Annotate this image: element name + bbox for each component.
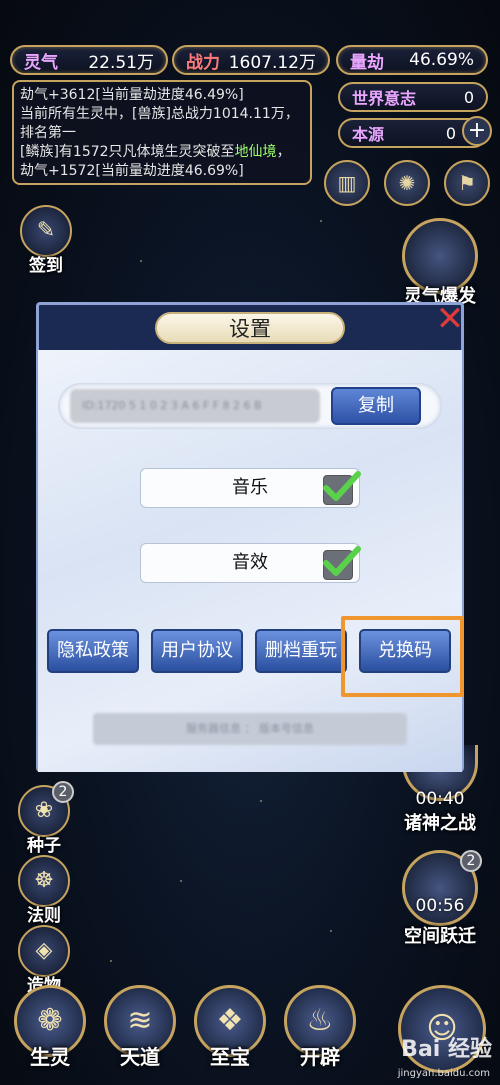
- zhanli-value: 1607.12万: [228, 52, 316, 73]
- zhanli-label: 战力: [186, 52, 220, 73]
- space-jump-badge: 2: [460, 850, 482, 872]
- space-jump-label: 空间跃迁: [404, 926, 476, 947]
- sfx-toggle[interactable]: 音效: [140, 543, 361, 583]
- version-info: 服务器信息 ： 版本号信息: [93, 713, 407, 745]
- source-value: 0: [445, 123, 456, 143]
- signin-label: 签到: [29, 256, 63, 276]
- event-log: 劫气+3612[当前量劫进度46.49%] 当前所有生灵中，[兽族]总战力101…: [12, 80, 312, 185]
- delete-save-button[interactable]: 删档重玩: [255, 629, 347, 673]
- copy-button[interactable]: 复制: [331, 387, 421, 425]
- music-label: 音乐: [232, 477, 268, 498]
- nav-zhibao[interactable]: ❖ 至宝: [190, 985, 270, 1085]
- music-toggle[interactable]: 音乐: [140, 468, 361, 508]
- star-decoration: [110, 960, 112, 962]
- nav-label: 生灵: [30, 1045, 70, 1069]
- star-decoration: [320, 220, 322, 222]
- checkmark-icon: [323, 471, 361, 501]
- lingqi-value: 22.51万: [88, 52, 154, 73]
- world-will-bar[interactable]: 世界意志 0: [338, 82, 488, 112]
- source-plus-button[interactable]: +: [462, 116, 492, 146]
- liangjie-bar[interactable]: 量劫 46.69%: [336, 45, 488, 75]
- watermark-brand: Bai 经验: [401, 1037, 492, 1062]
- world-will-value: 0: [463, 87, 474, 107]
- sfx-checkbox[interactable]: [323, 546, 361, 580]
- nav-label: 天道: [120, 1045, 160, 1069]
- world-will-label: 世界意志: [352, 89, 417, 108]
- signin-button[interactable]: ✎ 签到: [18, 205, 74, 276]
- lingqi-burst-button[interactable]: 灵气爆发: [390, 218, 490, 308]
- nav-tiandao[interactable]: ≋ 天道: [100, 985, 180, 1085]
- seed-label: 种子: [27, 836, 61, 856]
- star-decoration: [330, 930, 332, 932]
- user-agreement-button[interactable]: 用户协议: [151, 629, 243, 673]
- star-decoration: [140, 260, 142, 262]
- star-decoration: [180, 880, 182, 882]
- checkmark-icon: [323, 546, 361, 576]
- law-icon: ☸: [18, 855, 70, 907]
- star-decoration: [260, 800, 262, 802]
- gods-war-label: 诸神之战: [404, 813, 476, 834]
- privacy-policy-button[interactable]: 隐私政策: [47, 629, 139, 673]
- law-label: 法则: [27, 906, 61, 926]
- liangjie-value: 46.69%: [409, 50, 474, 70]
- lingqi-bar[interactable]: 灵气 22.51万: [10, 45, 168, 75]
- law-button[interactable]: ☸ 法则: [16, 855, 72, 926]
- liangjie-label: 量劫: [350, 52, 384, 73]
- watermark-url: jingyan.baidu.com: [397, 1068, 490, 1079]
- lingqi-label: 灵气: [24, 52, 58, 73]
- sfx-label: 音效: [232, 552, 268, 573]
- close-icon[interactable]: ✕: [432, 302, 468, 338]
- log-line: 劫气+3612[当前量劫进度46.49%]: [20, 87, 244, 103]
- seed-badge: 2: [52, 781, 74, 803]
- highlight-box: [341, 616, 464, 697]
- zhanli-bar[interactable]: 战力 1607.12万: [172, 45, 330, 75]
- nav-kaipi[interactable]: ♨ 开辟: [280, 985, 360, 1085]
- creation-icon: ◈: [18, 925, 70, 977]
- music-checkbox[interactable]: [323, 471, 361, 505]
- flag-icon[interactable]: ⚑: [444, 160, 490, 206]
- source-label: 本源: [352, 125, 385, 144]
- gods-war-timer: 00:40: [415, 789, 465, 809]
- space-jump-timer: 00:56: [415, 896, 465, 916]
- nav-label: 至宝: [210, 1045, 250, 1069]
- space-jump-button[interactable]: 2 00:56 空间跃迁: [390, 850, 490, 948]
- player-id-field: ID:1720 5 1 0 2 3 A 6 F F 8 2 6 B: [70, 389, 320, 423]
- brush-icon: ✎: [20, 205, 72, 257]
- nav-shengling[interactable]: ❁ 生灵: [10, 985, 90, 1085]
- compass-icon[interactable]: ✺: [384, 160, 430, 206]
- log-line: 当前所有生灵中，[兽族]总战力1014.11万，排名第一: [20, 106, 299, 141]
- log-line: [鳞族]有1572只凡体境生灵突破至地仙境，劫气+1572[当前量劫进度46.6…: [20, 144, 291, 179]
- seed-button[interactable]: ❀ 2 种子: [16, 781, 74, 856]
- dialog-title: 设置: [155, 312, 345, 344]
- source-bar[interactable]: 本源 0 +: [338, 116, 492, 148]
- scroll-icon[interactable]: ▥: [324, 160, 370, 206]
- nav-label: 开辟: [300, 1045, 340, 1069]
